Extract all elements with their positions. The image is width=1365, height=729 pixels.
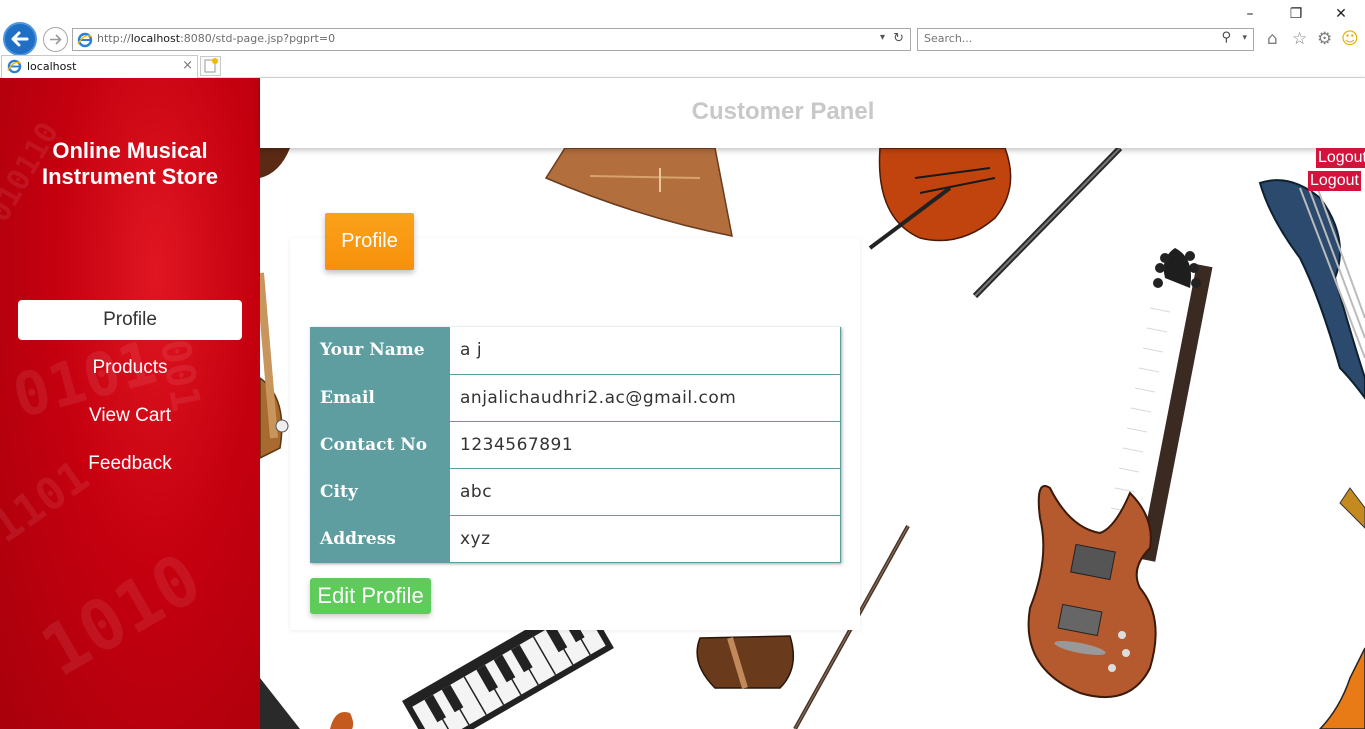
site-title-line2: Instrument Store [41, 164, 219, 189]
url-text: http://localhost:8080/std-page.jsp?pgprt… [97, 32, 336, 45]
logout-link-1[interactable]: Logout [1316, 148, 1365, 168]
refresh-icon[interactable]: ↻ [893, 31, 904, 46]
tab-title: localhost [27, 60, 77, 73]
favorites-star-icon[interactable]: ☆ [1292, 29, 1307, 49]
browser-chrome: – ❐ ✕ http://localhost:8080/std-page.jsp… [0, 0, 1365, 78]
address-dropdown-icon[interactable]: ▾ [880, 32, 885, 43]
feedback-smiley-icon[interactable]: ☺ [1341, 29, 1359, 49]
sidebar-item-feedback[interactable]: Feedback [18, 444, 242, 484]
row-label: City [310, 468, 450, 516]
new-tab-icon [204, 58, 218, 73]
address-bar[interactable]: http://localhost:8080/std-page.jsp?pgprt… [72, 28, 911, 51]
sidebar-item-products[interactable]: Products [18, 348, 242, 388]
site-title: Online Musical Instrument Store [0, 138, 260, 190]
back-arrow-icon [11, 31, 29, 47]
row-label: Address [310, 515, 450, 563]
settings-gear-icon[interactable]: ⚙ [1317, 29, 1332, 49]
row-value: a j [450, 327, 841, 375]
back-button[interactable] [3, 22, 37, 56]
forward-arrow-icon [50, 34, 62, 45]
table-row: Address xyz [310, 515, 841, 563]
home-icon[interactable]: ⌂ [1267, 29, 1278, 49]
search-box[interactable]: ⚲ ▾ [917, 28, 1254, 51]
new-tab-button[interactable] [200, 56, 221, 76]
close-window-button[interactable]: ✕ [1318, 4, 1364, 24]
page-header: Customer Panel [260, 78, 1365, 148]
tab-close-icon[interactable]: × [182, 58, 193, 73]
profile-card-header: Profile [325, 213, 414, 270]
table-row: Your Name a j [310, 327, 841, 375]
row-label: Your Name [310, 327, 450, 375]
restore-button[interactable]: ❐ [1273, 4, 1319, 24]
ie-tab-icon [7, 59, 22, 74]
row-value: anjalichaudhri2.ac@gmail.com [450, 374, 841, 422]
table-row: City abc [310, 468, 841, 516]
minimize-button[interactable]: – [1227, 4, 1273, 24]
row-value: abc [450, 468, 841, 516]
page-title: Customer Panel [691, 98, 875, 125]
edit-profile-button[interactable]: Edit Profile [310, 578, 431, 614]
profile-table: Your Name a j Email anjalichaudhri2.ac@g… [310, 327, 841, 563]
row-label: Contact No [310, 421, 450, 469]
row-value: xyz [450, 515, 841, 563]
row-value: 1234567891 [450, 421, 841, 469]
site-title-line1: Online Musical [52, 138, 208, 163]
forward-button[interactable] [43, 27, 68, 52]
table-row: Email anjalichaudhri2.ac@gmail.com [310, 374, 841, 422]
sidebar-item-view-cart[interactable]: View Cart [18, 396, 242, 436]
svg-text:1010: 1010 [28, 537, 215, 692]
table-row: Contact No 1234567891 [310, 421, 841, 469]
row-label: Email [310, 374, 450, 422]
search-icon[interactable]: ⚲ [1221, 30, 1231, 45]
ie-page-icon [77, 32, 93, 48]
search-input[interactable] [924, 32, 1204, 45]
search-dropdown-icon[interactable]: ▾ [1242, 33, 1247, 43]
browser-tab[interactable]: localhost × [1, 55, 198, 78]
logout-link-2[interactable]: Logout [1308, 171, 1361, 191]
sidebar: 010110 0101 01101 1010 1001 Online Music… [0, 78, 260, 729]
sidebar-item-profile[interactable]: Profile [18, 300, 242, 340]
